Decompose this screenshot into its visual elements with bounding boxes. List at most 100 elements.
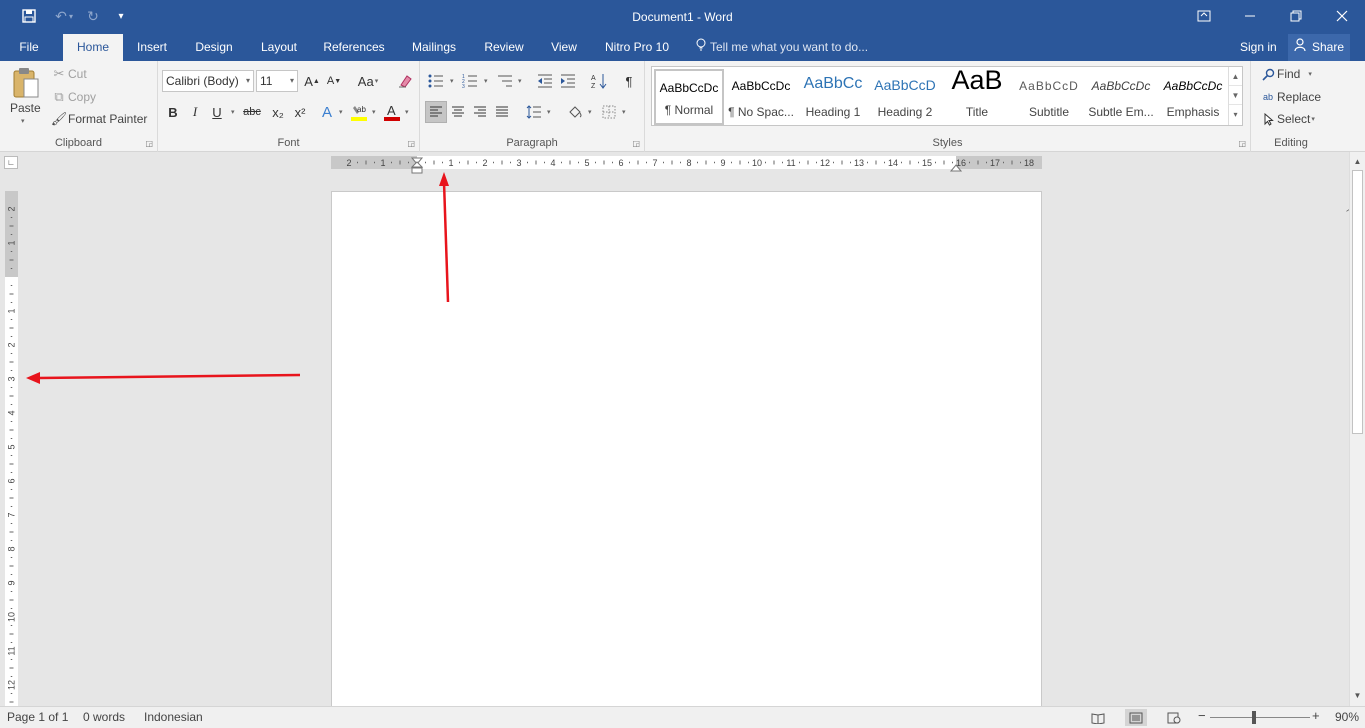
tab-design[interactable]: Design: [188, 34, 240, 61]
style-heading-1[interactable]: AaBbCc Heading 1: [798, 69, 868, 125]
highlight-color-icon[interactable]: ab: [348, 101, 370, 123]
clipboard-launcher-icon[interactable]: ◲: [145, 139, 153, 148]
show-formatting-marks-icon[interactable]: ¶: [618, 70, 640, 92]
strikethrough-button[interactable]: abc: [239, 101, 265, 123]
style-subtle-emphasis[interactable]: AaBbCcDc Subtle Em...: [1086, 69, 1156, 125]
language-indicator[interactable]: Indonesian: [144, 710, 203, 724]
style-subtitle[interactable]: AaBbCcD Subtitle: [1014, 69, 1084, 125]
paragraph-launcher-icon[interactable]: ◲: [632, 139, 640, 148]
horizontal-ruler[interactable]: 2 1 1 2 3 4 5 6 7 8 9 10 11 12 13 14 15 16 17 18: [331, 156, 1042, 169]
more-styles-icon[interactable]: ▾: [1229, 105, 1242, 124]
align-center-icon[interactable]: [447, 101, 469, 123]
hanging-indent-marker[interactable]: [410, 161, 424, 178]
underline-button[interactable]: U: [206, 101, 228, 123]
vertical-scrollbar[interactable]: ▲ ▼: [1349, 152, 1365, 706]
text-effects-dropdown-icon[interactable]: ▾: [339, 108, 343, 116]
align-left-icon[interactable]: [425, 101, 447, 123]
shrink-font-icon[interactable]: A ▼: [323, 70, 345, 92]
tab-references[interactable]: References: [318, 34, 390, 61]
right-indent-marker[interactable]: [949, 161, 963, 175]
zoom-slider[interactable]: [1210, 717, 1310, 718]
highlight-dropdown-icon[interactable]: ▾: [372, 108, 376, 116]
bullets-dropdown-icon[interactable]: ▾: [450, 77, 454, 85]
multilevel-list-icon[interactable]: [494, 70, 516, 92]
increase-indent-icon[interactable]: [557, 70, 579, 92]
find-button[interactable]: Find ▾: [1259, 63, 1312, 85]
scrollbar-thumb[interactable]: [1352, 170, 1363, 434]
tab-stop-selector[interactable]: ∟: [4, 156, 18, 169]
bullets-icon[interactable]: [425, 70, 447, 92]
underline-dropdown-icon[interactable]: ▾: [231, 108, 235, 116]
close-icon[interactable]: [1319, 0, 1365, 32]
subscript-button[interactable]: x₂: [267, 101, 289, 123]
copy-button[interactable]: ⧉ Copy: [50, 86, 96, 108]
sign-in-link[interactable]: Sign in: [1240, 34, 1277, 61]
shading-dropdown-icon[interactable]: ▾: [588, 108, 592, 116]
style-heading-2[interactable]: AaBbCcD Heading 2: [870, 69, 940, 125]
word-count[interactable]: 0 words: [83, 710, 125, 724]
ribbon-display-options-icon[interactable]: [1181, 0, 1227, 32]
chevron-up-icon[interactable]: ▲: [1229, 67, 1242, 86]
font-color-dropdown-icon[interactable]: ▾: [405, 108, 409, 116]
line-spacing-dropdown-icon[interactable]: ▾: [547, 108, 551, 116]
sort-icon[interactable]: AZ: [588, 70, 610, 92]
share-button[interactable]: Share: [1288, 34, 1350, 61]
undo-dropdown-icon[interactable]: ▾: [66, 6, 76, 26]
multilevel-dropdown-icon[interactable]: ▾: [518, 77, 522, 85]
minimize-icon[interactable]: [1227, 0, 1273, 32]
text-effects-icon[interactable]: A: [316, 101, 338, 123]
zoom-in-icon[interactable]: +: [1312, 708, 1320, 723]
redo-icon[interactable]: ↻: [82, 6, 104, 26]
restore-icon[interactable]: [1273, 0, 1319, 32]
borders-dropdown-icon[interactable]: ▾: [622, 108, 626, 116]
scroll-up-icon[interactable]: ▲: [1350, 154, 1365, 170]
print-layout-icon[interactable]: [1125, 709, 1147, 726]
align-right-icon[interactable]: [469, 101, 491, 123]
numbering-icon[interactable]: 123: [459, 70, 481, 92]
grow-font-icon[interactable]: A ▲: [301, 70, 323, 92]
borders-icon[interactable]: [598, 101, 620, 123]
chevron-down-icon[interactable]: ▼: [1229, 86, 1242, 105]
tab-mailings[interactable]: Mailings: [403, 34, 465, 61]
customize-quick-access-icon[interactable]: ▾: [110, 6, 132, 26]
justify-icon[interactable]: [491, 101, 513, 123]
vertical-ruler[interactable]: 2 1 1 2 3 4 5 6 7 8 9 10 11 12: [5, 191, 18, 706]
bold-button[interactable]: B: [162, 101, 184, 123]
font-family-select[interactable]: Calibri (Body) ▾: [162, 70, 254, 92]
superscript-button[interactable]: x²: [289, 101, 311, 123]
save-icon[interactable]: [18, 6, 40, 26]
tab-view[interactable]: View: [543, 34, 585, 61]
italic-button[interactable]: I: [184, 101, 206, 123]
zoom-out-icon[interactable]: −: [1198, 708, 1206, 723]
tab-home[interactable]: Home: [63, 34, 123, 61]
paste-button[interactable]: Paste ▾: [6, 65, 44, 129]
font-launcher-icon[interactable]: ◲: [407, 139, 415, 148]
tab-layout[interactable]: Layout: [253, 34, 305, 61]
format-painter-button[interactable]: 🖌 Format Painter: [50, 108, 148, 130]
cut-button[interactable]: ✂ Cut: [50, 63, 87, 85]
web-layout-icon[interactable]: [1163, 709, 1185, 726]
tell-me-search[interactable]: Tell me what you want to do...: [696, 34, 868, 61]
document-page[interactable]: [331, 191, 1042, 711]
clear-formatting-icon[interactable]: [394, 70, 416, 92]
scroll-down-icon[interactable]: ▼: [1350, 688, 1365, 704]
replace-button[interactable]: ab Replace: [1259, 86, 1321, 108]
tab-review[interactable]: Review: [478, 34, 530, 61]
font-color-icon[interactable]: A: [381, 101, 403, 123]
decrease-indent-icon[interactable]: [534, 70, 556, 92]
numbering-dropdown-icon[interactable]: ▾: [484, 77, 488, 85]
zoom-slider-thumb[interactable]: [1252, 711, 1257, 724]
page-count[interactable]: Page 1 of 1: [7, 710, 68, 724]
read-mode-icon[interactable]: [1087, 709, 1109, 726]
tab-insert[interactable]: Insert: [130, 34, 174, 61]
style-emphasis[interactable]: AaBbCcDc Emphasis: [1158, 69, 1228, 125]
change-case-button[interactable]: Aa ▾: [353, 70, 383, 92]
shading-icon[interactable]: [564, 101, 586, 123]
zoom-level[interactable]: 90%: [1335, 710, 1359, 724]
tab-nitro-pro[interactable]: Nitro Pro 10: [598, 34, 676, 61]
line-spacing-icon[interactable]: [523, 101, 545, 123]
select-button[interactable]: Select ▾: [1259, 108, 1315, 130]
font-size-select[interactable]: 11 ▾: [256, 70, 298, 92]
tab-file[interactable]: File: [8, 34, 50, 61]
style-no-spacing[interactable]: AaBbCcDc ¶ No Spac...: [726, 69, 796, 125]
